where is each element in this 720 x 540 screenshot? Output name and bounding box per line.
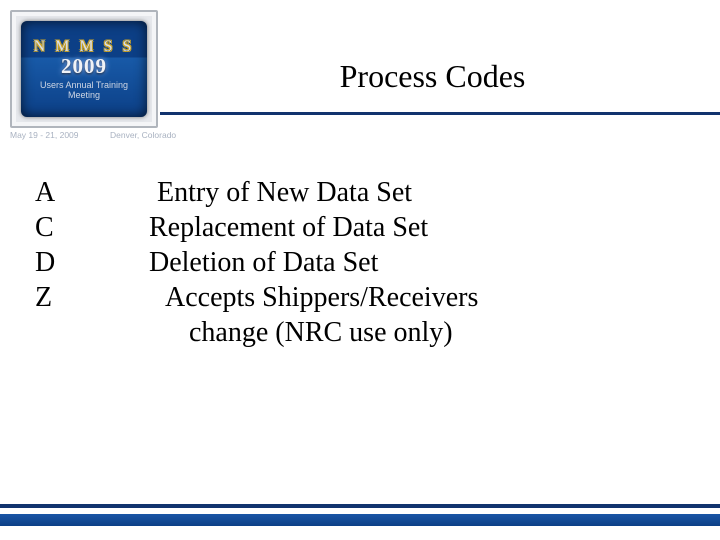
slide-header: N M M S S 2009 Users Annual Training Mee… [0, 0, 720, 140]
list-item: D Deletion of Data Set [35, 245, 685, 280]
slide-footer [0, 504, 720, 540]
list-item: C Replacement of Data Set [35, 210, 685, 245]
logo-year: 2009 [61, 54, 107, 79]
process-code: Z [35, 280, 149, 315]
process-desc: Deletion of Data Set [149, 245, 685, 280]
header-rule [160, 112, 720, 115]
process-desc: Entry of New Data Set [149, 175, 685, 210]
process-desc-line: change (NRC use only) [149, 315, 685, 350]
footer-rule-thick [0, 514, 720, 526]
header-location: Denver, Colorado [110, 130, 176, 140]
logo-subtitle: Users Annual Training Meeting [27, 81, 141, 100]
logo-frame: N M M S S 2009 Users Annual Training Mee… [10, 10, 158, 128]
process-code: C [35, 210, 149, 245]
process-desc: Accepts Shippers/Receivers change (NRC u… [149, 280, 685, 350]
process-code: A [35, 175, 149, 210]
slide-title: Process Codes [165, 58, 700, 95]
process-code-list: A Entry of New Data Set C Replacement of… [35, 175, 685, 350]
list-item: A Entry of New Data Set [35, 175, 685, 210]
process-desc: Replacement of Data Set [149, 210, 685, 245]
list-item: Z Accepts Shippers/Receivers change (NRC… [35, 280, 685, 350]
header-date: May 19 - 21, 2009 [10, 130, 79, 140]
conference-logo: N M M S S 2009 Users Annual Training Mee… [21, 21, 147, 117]
process-desc-line: Accepts Shippers/Receivers [149, 280, 685, 315]
process-code: D [35, 245, 149, 280]
